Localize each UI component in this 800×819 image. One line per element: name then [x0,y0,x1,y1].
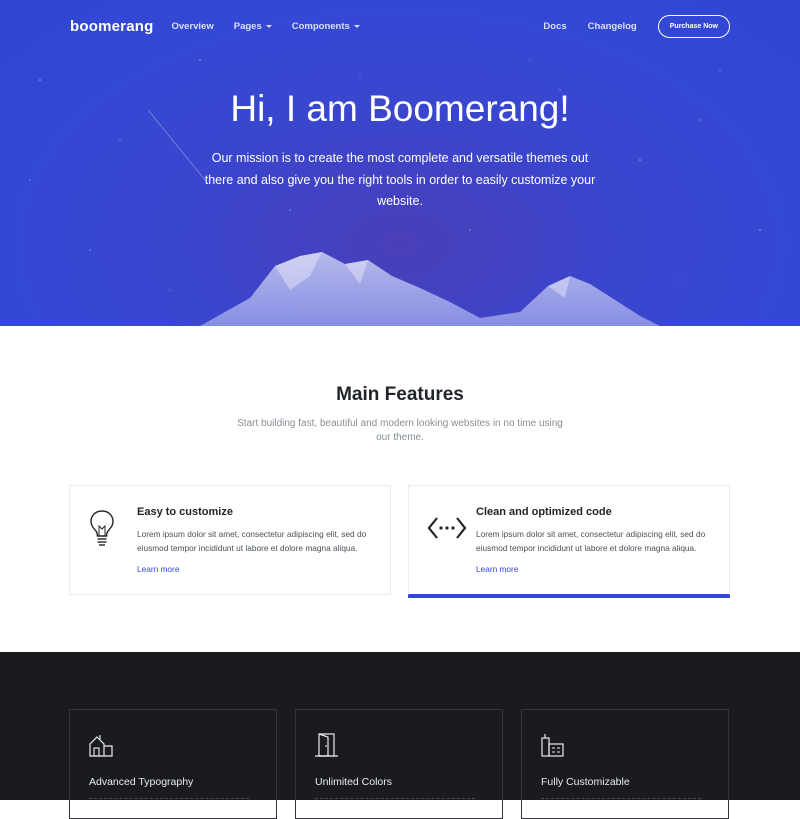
dark-card-title: Fully Customizable [541,776,630,788]
house-icon [89,735,113,757]
caret-down-icon [265,24,272,28]
buildings-icon [541,734,564,757]
dark-card-title: Advanced Typography [89,776,194,788]
learn-more-link[interactable]: Learn more [137,564,179,574]
caret-down-icon [353,24,360,28]
nav-components-dropdown[interactable]: Components [292,21,360,32]
card-text: Lorem ipsum dolor sit amet, consectetur … [137,529,367,553]
hero-description: Our mission is to create the most comple… [204,151,596,208]
dark-card-colors: Unlimited Colors [295,709,503,819]
card-title: Clean and optimized code [476,506,612,518]
nav-pages-dropdown[interactable]: Pages [234,21,272,32]
hero-section: boomerang Overview Pages Components Docs… [0,0,800,326]
door-icon [315,733,338,757]
nav-components-label: Components [291,20,350,32]
nav-docs[interactable]: Docs [543,21,566,32]
purchase-now-button[interactable]: Purchase Now [657,14,730,38]
feature-card-customize: Easy to customize Lorem ipsum dolor sit … [69,485,391,595]
card-title: Easy to customize [137,506,233,518]
card-text: Lorem ipsum dolor sit amet, consectetur … [476,529,706,553]
feature-card-code: Clean and optimized code Lorem ipsum dol… [408,485,730,595]
hero-title: Hi, I am Boomerang! [230,88,570,129]
code-icon [427,517,467,539]
mountain-image [0,252,660,326]
dark-features-section: Advanced Typography Unlimited Colors Ful… [0,652,800,819]
top-navbar: boomerang Overview Pages Components Docs… [0,0,800,52]
nav-pages-label: Pages [233,20,262,32]
nav-right-group: Docs Changelog Purchase Now [543,14,730,38]
nav-overview-label: Overview [171,20,214,32]
brand-logo[interactable]: boomerang [70,18,153,35]
nav-overview[interactable]: Overview [171,21,213,32]
features-title: Main Features [336,384,464,405]
nav-changelog[interactable]: Changelog [588,21,637,32]
dark-card-title: Unlimited Colors [315,776,393,788]
lightbulb-icon [90,510,114,546]
learn-more-link[interactable]: Learn more [476,564,518,574]
features-section: Main Features Start building fast, beaut… [0,326,800,652]
dark-card-typography: Advanced Typography [69,709,277,819]
dark-card-customizable: Fully Customizable [521,709,729,819]
features-subtitle: Start building fast, beautiful and moder… [237,418,563,443]
